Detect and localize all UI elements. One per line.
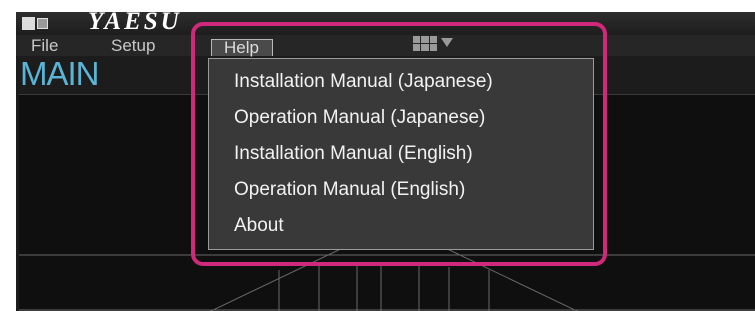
- app-icon-part: [37, 18, 48, 29]
- menu-setup[interactable]: Setup: [111, 36, 155, 55]
- brand-logo: YAESU: [88, 12, 182, 35]
- app-icon-part: [22, 17, 35, 30]
- app-icon: [22, 17, 52, 30]
- panel-label: MAIN: [20, 55, 99, 92]
- highlight-annotation: [191, 22, 607, 266]
- menu-file[interactable]: File: [31, 36, 58, 55]
